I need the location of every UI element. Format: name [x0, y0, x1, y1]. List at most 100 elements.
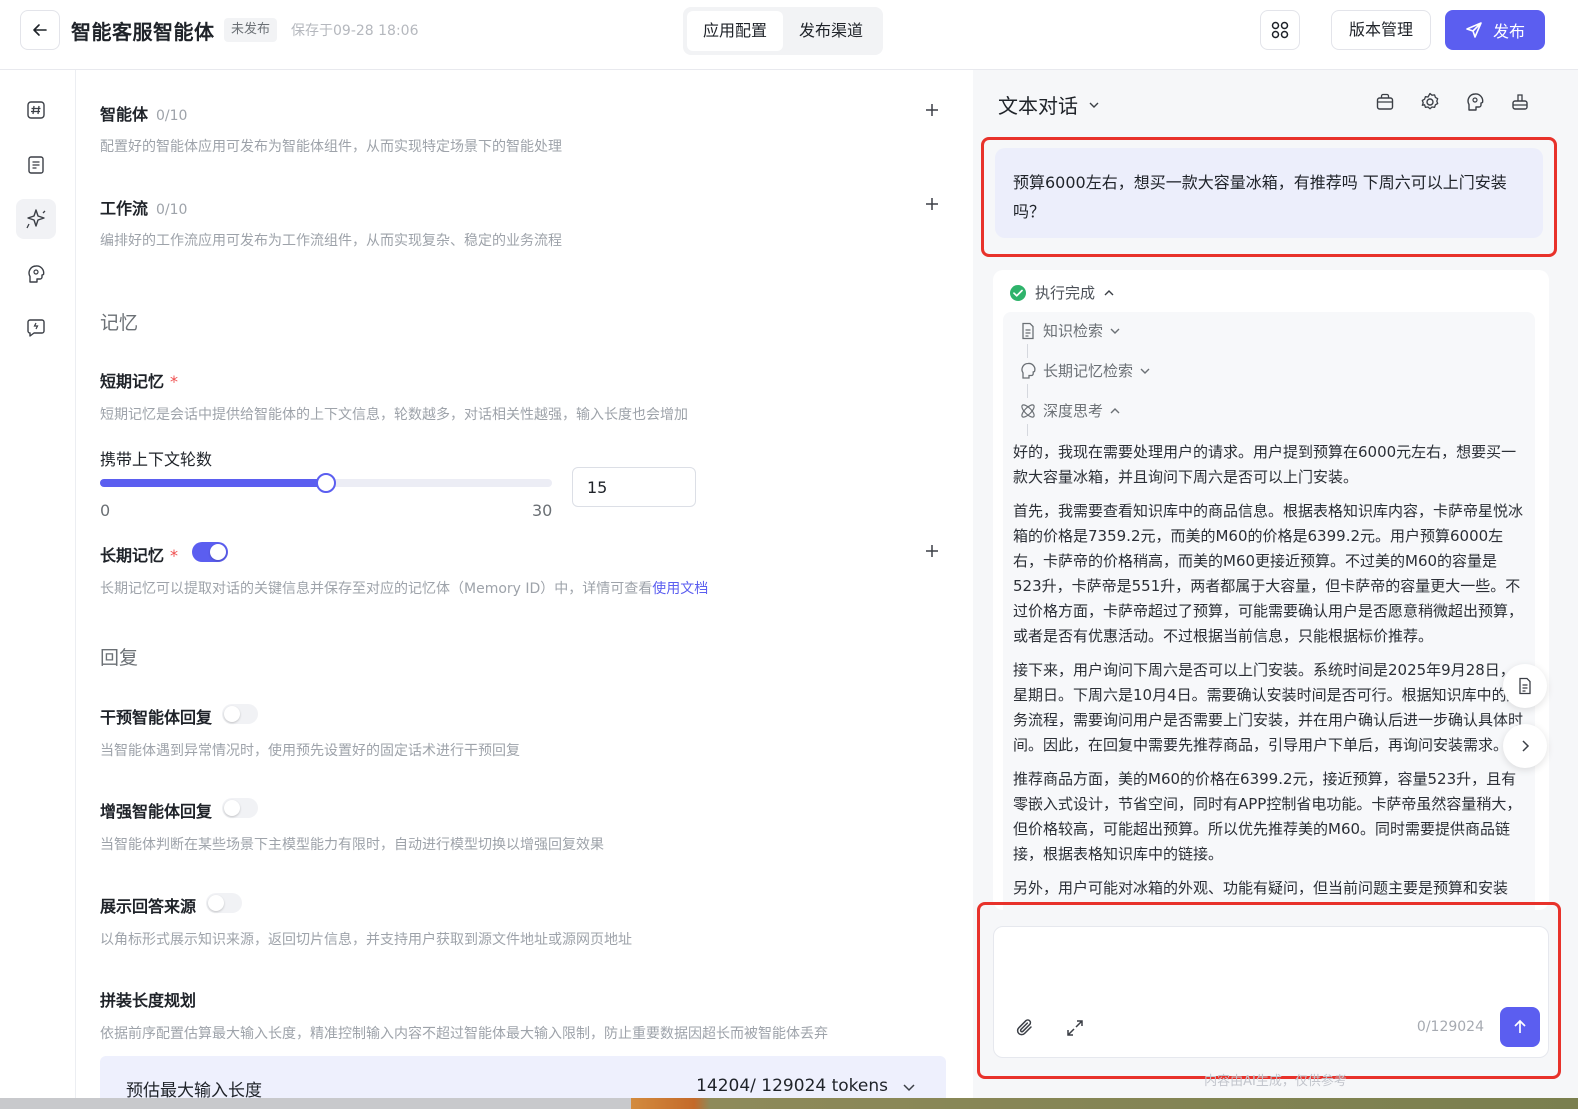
clean-button[interactable] — [1508, 90, 1532, 114]
rail-item-knowledge[interactable] — [16, 145, 56, 185]
thinking-paragraph: 另外，用户可能对冰箱的外观、功能有疑问，但当前问题主要是预算和安装 — [1013, 879, 1509, 897]
slider-min-label: 0 — [100, 501, 111, 520]
chevron-right-icon — [1522, 740, 1530, 752]
add-agent-button[interactable] — [922, 100, 942, 120]
robot-icon — [1512, 94, 1528, 110]
agent-count: 0/10 — [156, 108, 188, 124]
chevron-up-icon — [1110, 407, 1120, 413]
intervene-label: 干预智能体回复 — [100, 708, 213, 727]
short-memory-row-label: 短期记忆 * — [100, 368, 178, 392]
slider-fill — [100, 479, 326, 487]
atom-icon — [1021, 403, 1035, 418]
thinking-paragraph: 接下来，用户询问下周六是否可以上门安装。系统时间是2025年9月28日，星期日。… — [1013, 661, 1524, 754]
reply-section-title: 回复 — [100, 647, 139, 669]
thinking-paragraph: 首先，我需要查看知识库中的商品信息。根据表格知识库内容，卡萨帝星悦冰箱的价格是7… — [1013, 502, 1524, 645]
long-memory-toggle[interactable] — [192, 542, 228, 562]
save-time: 保存于09-28 18:06 — [291, 23, 419, 39]
chat-panel: 文本对话 预算6000左右，想买一款大容量冰箱，有推荐吗 下周六可以上门安装吗？… — [973, 70, 1578, 1109]
context-rounds-label: 携带上下文轮数 — [100, 450, 213, 469]
brain-icon — [1467, 93, 1484, 111]
taskbar-strip — [0, 1098, 1578, 1109]
chevron-up-icon — [1104, 289, 1114, 295]
workflow-row-label: 工作流 0/10 — [100, 195, 187, 219]
agent-row-label: 智能体 0/10 — [100, 101, 187, 125]
slider-thumb[interactable] — [316, 473, 336, 493]
highlight-box-user-message — [981, 137, 1557, 257]
back-button[interactable] — [20, 10, 60, 50]
add-workflow-button[interactable] — [922, 194, 942, 214]
step-knowledge-search[interactable]: 知识检索 — [1019, 320, 1121, 341]
chevron-down-icon — [1140, 368, 1150, 374]
step-connector — [1027, 384, 1028, 398]
intervene-toggle[interactable] — [222, 704, 258, 724]
workflow-label: 工作流 — [100, 199, 149, 218]
expand-float-button[interactable] — [1503, 724, 1547, 768]
length-plan-label: 拼装长度规划 — [100, 991, 197, 1010]
memory-section-title: 记忆 — [100, 312, 139, 334]
agent-label: 智能体 — [100, 105, 149, 124]
workflow-description: 编排好的工作流应用可发布为工作流组件，从而实现复杂、稳定的业务流程 — [100, 233, 562, 249]
rail-item-prompt[interactable] — [16, 90, 56, 130]
tab-app-config[interactable]: 应用配置 — [687, 11, 783, 51]
check-circle-icon — [1010, 284, 1026, 301]
enhance-label: 增强智能体回复 — [100, 802, 213, 821]
arrow-left-icon — [33, 24, 47, 36]
rail-item-memory[interactable] — [16, 254, 56, 294]
document-list-icon — [28, 156, 44, 174]
step-long-memory-search[interactable]: 长期记忆检索 — [1019, 360, 1151, 381]
source-toggle[interactable] — [206, 893, 242, 913]
step-deep-thinking[interactable]: 深度思考 — [1019, 400, 1121, 421]
publish-label: 发布 — [1492, 22, 1525, 41]
bag-button[interactable] — [1373, 90, 1397, 114]
settings-button[interactable] — [1418, 90, 1442, 114]
top-header: 智能客服智能体 未发布 保存于09-28 18:06 应用配置 发布渠道 版本管… — [0, 0, 1578, 70]
document-icon — [1022, 322, 1034, 339]
steps-container: 知识检索 长期记忆检索 深度思考 好的，我现在需要处理用户的请求。用户提到预算在… — [1003, 312, 1535, 910]
long-memory-label: 长期记忆 — [100, 546, 165, 565]
sparkle-icon — [26, 209, 46, 229]
plus-icon — [926, 545, 938, 557]
tab-group: 应用配置 发布渠道 — [683, 7, 883, 55]
short-memory-label: 短期记忆 — [100, 372, 165, 391]
source-description: 以角标形式展示知识来源，返回切片信息，并支持用户获取到源文件地址或源网页地址 — [100, 932, 632, 948]
long-memory-desc-text: 长期记忆可以提取对话的关键信息并保存至对应的记忆体（Memory ID）中，详情… — [100, 581, 653, 597]
source-label: 展示回答来源 — [100, 897, 197, 916]
chevron-down-icon — [1110, 328, 1120, 334]
config-panel: 智能体 0/10 配置好的智能体应用可发布为智能体组件，从而实现特定场景下的智能处… — [76, 70, 972, 1109]
tab-publish-channels[interactable]: 发布渠道 — [783, 11, 879, 51]
exec-status[interactable]: 执行完成 — [1009, 282, 1115, 303]
workflow-count: 0/10 — [156, 202, 188, 218]
context-rounds-input[interactable] — [572, 467, 696, 507]
agent-description: 配置好的智能体应用可发布为智能体组件，从而实现特定场景下的智能处理 — [100, 139, 562, 155]
plus-icon — [926, 104, 938, 116]
short-memory-description: 短期记忆是会话中提供给智能体的上下文信息，轮数越多，对话相关性越强，输入长度也会… — [100, 407, 688, 423]
step-connector — [1027, 344, 1028, 358]
step-knowledge-label: 知识检索 — [1043, 322, 1104, 340]
enhance-description: 当智能体判断在某些场景下主模型能力有限时，自动进行模型切换以增强回复效果 — [100, 837, 604, 853]
rail-item-dialog[interactable] — [16, 308, 56, 348]
thinking-content: 好的，我现在需要处理用户的请求。用户提到预算在6000元左右，想要买一款大容量冰… — [1013, 440, 1525, 910]
grid-icon — [1271, 21, 1289, 39]
slider-max-label: 30 — [532, 501, 553, 520]
left-rail — [0, 70, 76, 1109]
version-management-button[interactable]: 版本管理 — [1331, 10, 1431, 50]
memory-button[interactable] — [1463, 90, 1487, 114]
docs-link[interactable]: 使用文档 — [652, 581, 708, 597]
long-memory-row-label: 长期记忆 * — [100, 542, 178, 566]
rail-item-skills[interactable] — [16, 199, 56, 239]
enhance-toggle[interactable] — [222, 798, 258, 818]
thinking-paragraph: 好的，我现在需要处理用户的请求。用户提到预算在6000元左右，想要买一款大容量冰… — [1013, 443, 1517, 486]
context-rounds-slider[interactable] — [100, 473, 552, 493]
long-memory-description: 长期记忆可以提取对话的关键信息并保存至对应的记忆体（Memory ID）中，详情… — [100, 578, 708, 598]
hash-icon — [27, 101, 45, 119]
bag-icon — [1376, 93, 1394, 110]
add-memory-button[interactable] — [922, 541, 942, 561]
length-plan-description: 依据前序配置估算最大输入长度，精准控制输入内容不超过智能体最大输入限制，防止重要… — [100, 1026, 828, 1042]
brain-icon — [28, 265, 45, 283]
chat-mode-selector[interactable]: 文本对话 — [998, 90, 1100, 119]
apps-grid-button[interactable] — [1260, 10, 1300, 50]
chevron-down-icon — [1089, 102, 1099, 108]
ai-disclaimer: 内容由AI生成，仅供参考 — [1204, 1074, 1347, 1089]
publish-button[interactable]: 发布 — [1445, 10, 1545, 50]
document-float-button[interactable] — [1503, 664, 1547, 708]
